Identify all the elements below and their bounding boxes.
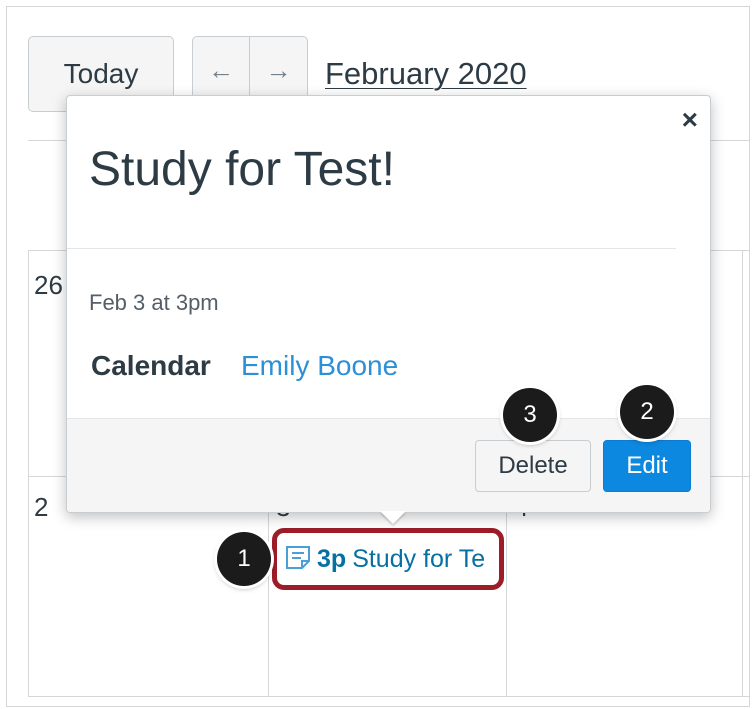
month-title-link[interactable]: February 2020 — [325, 56, 527, 92]
note-icon — [283, 542, 313, 577]
event-date: Feb 3 at 3pm — [89, 290, 219, 315]
event-popover: × Study for Test! Feb 3 at 3pm Calendar … — [66, 95, 711, 513]
callout-badge-1: 1 — [217, 532, 271, 586]
grid-line — [28, 696, 750, 697]
day-number-26: 26 — [34, 270, 63, 300]
edit-button[interactable]: Edit — [603, 440, 691, 492]
grid-line — [28, 250, 29, 696]
popover-title: Study for Test! — [89, 143, 395, 196]
callout-badge-3: 3 — [503, 388, 557, 442]
grid-line — [742, 250, 743, 696]
divider — [67, 248, 676, 249]
popover-arrow — [380, 511, 406, 524]
calendar-event-item[interactable]: 3p Study for Te — [272, 528, 504, 590]
close-icon[interactable]: × — [682, 104, 698, 136]
calendar-owner-link[interactable]: Emily Boone — [241, 350, 398, 382]
event-time: 3p — [317, 544, 347, 573]
event-title: Study for Te — [352, 544, 486, 573]
delete-button[interactable]: Delete — [475, 440, 591, 492]
callout-badge-2: 2 — [620, 385, 674, 439]
calendar-label: Calendar — [91, 350, 211, 381]
day-number-2: 2 — [34, 492, 49, 522]
